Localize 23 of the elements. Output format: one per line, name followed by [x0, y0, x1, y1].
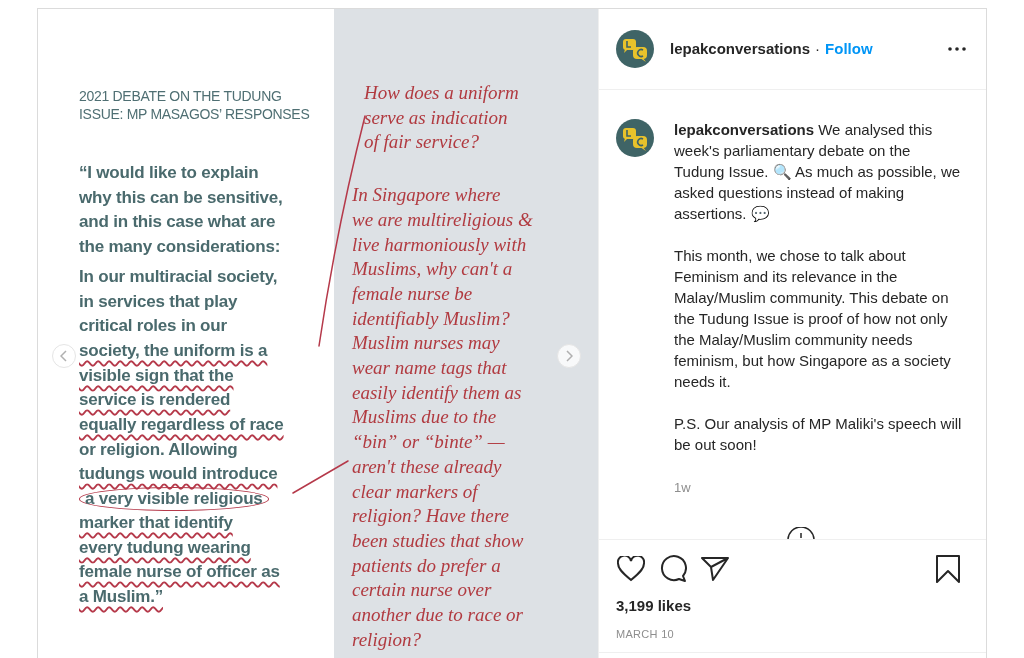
chevron-left-icon — [60, 350, 68, 362]
comment-icon[interactable] — [659, 555, 687, 583]
heart-icon[interactable] — [617, 556, 645, 582]
avatar-icon[interactable] — [616, 119, 654, 157]
slide-heading: 2021 DEBATE ON THE TUDUNG ISSUE: MP MASAGOS’ RESPONSES — [79, 87, 310, 123]
caption-text: lepakconversations We analysed this week's parliamentary debate on the Tudung Issue. 🔍 As much as possible, we asked questions instead of making assertions. 💬 — [674, 120, 962, 224]
username-link[interactable]: lepakconversations — [670, 37, 811, 61]
quote-text: “I would like to explain why this can be sensitive, and in this case what are the many considerations: — [79, 162, 283, 259]
handwritten-note: How does a uniform serve as indication of fair service? — [364, 81, 519, 155]
leader-line — [292, 460, 349, 494]
bookmark-icon[interactable] — [936, 555, 960, 583]
caption-text: P.S. Our analysis of MP Maliki's speech will be out soon! — [674, 414, 962, 455]
post-date: MARCH 10 — [615, 626, 676, 642]
chevron-right-icon — [565, 350, 573, 362]
send-icon[interactable] — [701, 556, 729, 582]
handwritten-note: In Singapore where we are multireligious & live harmoniously with Muslims, why can't a female nurse be identifiably Muslim? Muslim nurses may wear name tags that easily identify them as Muslims due to the “bin” or “binte” — aren't these already clear markers of religion? Have there been studies that show patients do prefer a certain nurse over another due to race or religion? — [352, 183, 533, 652]
circle-icon[interactable] — [787, 527, 815, 539]
separator: · — [815, 38, 821, 59]
quote-text: In our multiracial society, in services that play critical roles in our society, the uniform is a visible sign that the service is rendered equally regardless of race or religion. Allowing tudungs would introduce a very visible religious marker that identify every tudung wearing female nurse of officer as a Muslim.” — [79, 265, 284, 608]
avatar-icon[interactable] — [616, 30, 654, 68]
more-options-icon[interactable] — [948, 47, 966, 51]
caption-text: This month, we chose to talk about Feminism and its relevance in the Malay/Muslim community. This debate on the Tudung Issue is proof of how not only the Malay/Muslim community needs feminism, but how Singapore as a society needs it. — [674, 246, 952, 392]
likes-count[interactable]: 3,199 likes — [599, 595, 986, 618]
